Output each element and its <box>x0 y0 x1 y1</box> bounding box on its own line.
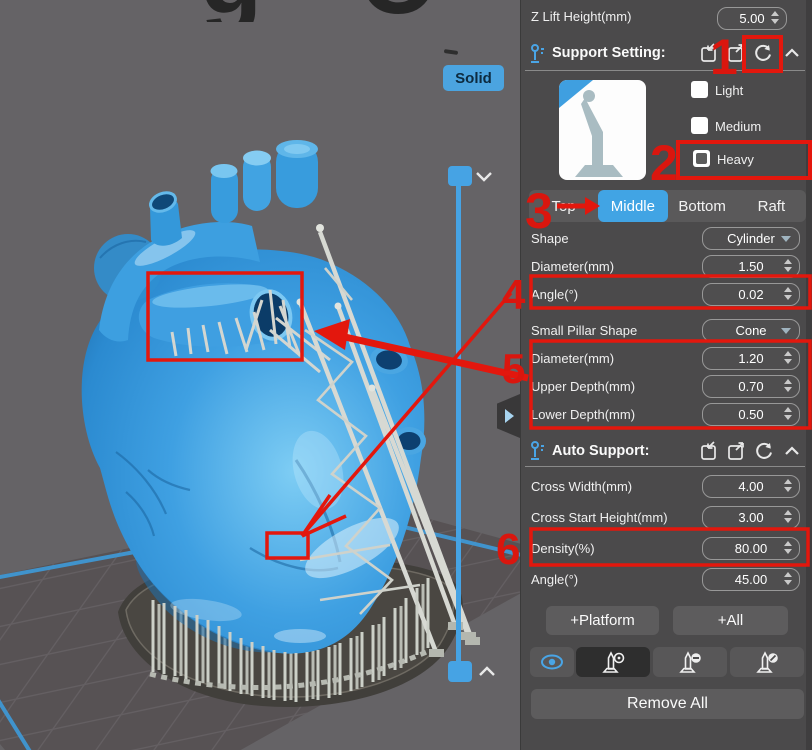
shape-dropdown[interactable]: Cylinder <box>702 227 800 250</box>
spinner-arrows[interactable] <box>784 287 792 300</box>
cross-start-height-value: 3.00 <box>738 510 764 525</box>
cross-width-spinner[interactable]: 4.00 <box>702 475 800 498</box>
upper-depth-value: 0.70 <box>738 379 764 394</box>
diameter-spinner[interactable]: 1.50 <box>702 255 800 278</box>
as-angle-label: Angle(°) <box>531 572 579 587</box>
import-profile-icon[interactable] <box>699 440 721 462</box>
angle-label: Angle(°) <box>531 287 579 302</box>
layer-slider-handle-bottom[interactable] <box>448 661 472 682</box>
cross-start-height-label: Cross Start Height(mm) <box>531 510 668 525</box>
shape-label: Shape <box>531 231 569 246</box>
small-pillar-shape-label: Small Pillar Shape <box>531 323 638 338</box>
preset-light-checkbox[interactable] <box>691 81 708 98</box>
small-pillar-shape-value: Cone <box>735 323 767 338</box>
lower-depth-spinner[interactable]: 0.50 <box>702 403 800 426</box>
tab-middle[interactable]: Middle <box>598 190 668 222</box>
support-add-icon <box>602 651 625 673</box>
density-value: 80.00 <box>734 541 768 556</box>
preset-heavy-label: Heavy <box>717 152 754 167</box>
add-platform-supports-button[interactable]: +Platform <box>546 606 659 635</box>
spinner-arrows[interactable] <box>784 572 792 585</box>
angle-spinner[interactable]: 0.02 <box>702 283 800 306</box>
spinner-arrows[interactable] <box>784 351 792 364</box>
spinner-arrows[interactable] <box>784 541 792 554</box>
density-label: Density(%) <box>531 541 595 556</box>
reset-defaults-icon[interactable] <box>753 440 775 462</box>
spinner-arrows[interactable] <box>784 510 792 523</box>
sp-diameter-label: Diameter(mm) <box>531 351 615 366</box>
spinner-arrows[interactable] <box>771 11 779 24</box>
upper-depth-label: Upper Depth(mm) <box>531 379 636 394</box>
cross-width-value: 4.00 <box>738 479 764 494</box>
triangle-right-icon <box>504 409 514 423</box>
import-profile-icon[interactable] <box>699 42 721 64</box>
diameter-value: 1.50 <box>738 259 764 274</box>
spinner-arrows[interactable] <box>784 379 792 392</box>
chevron-up-icon[interactable] <box>476 662 498 680</box>
upper-depth-spinner[interactable]: 0.70 <box>702 375 800 398</box>
spinner-arrows[interactable] <box>784 479 792 492</box>
sp-diameter-value: 1.20 <box>738 351 764 366</box>
layer-slider-track[interactable] <box>456 176 461 666</box>
density-spinner[interactable]: 80.00 <box>702 537 800 560</box>
collapse-section-icon[interactable] <box>783 46 801 60</box>
as-angle-spinner[interactable]: 45.00 <box>702 568 800 591</box>
support-preview-image <box>559 80 623 177</box>
support-edit-icon <box>756 651 778 673</box>
edit-support-button[interactable] <box>730 647 804 677</box>
toggle-support-visibility-button[interactable] <box>530 647 574 677</box>
cross-start-height-spinner[interactable]: 3.00 <box>702 506 800 529</box>
support-settings-panel: Z Lift Height(mm) 5.00 Support Setting: <box>520 0 812 750</box>
layer-slider-handle-top[interactable] <box>448 166 472 186</box>
add-all-supports-button[interactable]: +All <box>673 606 788 635</box>
auto-support-title: Auto Support: <box>552 443 650 459</box>
cross-width-label: Cross Width(mm) <box>531 479 633 494</box>
z-lift-height-label: Z Lift Height(mm) <box>531 9 632 24</box>
section-divider <box>525 466 805 467</box>
small-pillar-shape-dropdown[interactable]: Cone <box>702 319 800 342</box>
support-preset-thumbnail <box>559 80 646 180</box>
support-delete-icon <box>679 651 701 673</box>
tab-top[interactable]: Top <box>529 190 598 222</box>
spinner-arrows[interactable] <box>784 259 792 272</box>
support-section-tabs: Top Middle Bottom Raft <box>529 190 806 222</box>
viewport-3d-canvas[interactable] <box>0 0 520 750</box>
export-profile-icon[interactable] <box>726 42 748 64</box>
section-divider <box>525 70 805 71</box>
tab-bottom[interactable]: Bottom <box>668 190 737 222</box>
slicer-window: g O Solid Z Lift Height(mm) 5.00 Support… <box>0 0 812 750</box>
dropdown-caret-icon <box>781 236 791 242</box>
reset-defaults-icon[interactable] <box>752 42 774 64</box>
spinner-arrows[interactable] <box>784 407 792 420</box>
eye-icon <box>541 654 563 670</box>
shape-value: Cylinder <box>727 231 775 246</box>
cropped-heading-text: g O <box>140 0 500 22</box>
z-lift-height-value: 5.00 <box>739 11 765 26</box>
angle-value: 0.02 <box>738 287 764 302</box>
preset-medium-checkbox[interactable] <box>691 117 708 134</box>
as-angle-value: 45.00 <box>734 572 768 587</box>
collapse-section-icon[interactable] <box>783 444 801 458</box>
delete-support-button[interactable] <box>653 647 727 677</box>
diameter-label: Diameter(mm) <box>531 259 615 274</box>
z-lift-height-spinner[interactable]: 5.00 <box>717 7 787 30</box>
preset-heavy-checkbox[interactable] <box>693 150 710 167</box>
preset-medium-label: Medium <box>715 119 762 134</box>
remove-all-supports-button[interactable]: Remove All <box>531 689 804 719</box>
support-setting-icon <box>531 44 544 63</box>
lower-depth-value: 0.50 <box>738 407 764 422</box>
panel-scrollbar[interactable] <box>806 0 812 750</box>
preset-light-label: Light <box>715 83 744 98</box>
solid-view-button[interactable]: Solid <box>443 65 504 91</box>
chevron-down-icon[interactable] <box>473 167 495 185</box>
export-profile-icon[interactable] <box>726 440 748 462</box>
tab-raft[interactable]: Raft <box>737 190 806 222</box>
add-single-support-button[interactable] <box>576 647 650 677</box>
support-setting-title: Support Setting: <box>552 45 666 61</box>
lower-depth-label: Lower Depth(mm) <box>531 407 636 422</box>
auto-support-icon <box>531 441 544 460</box>
dropdown-caret-icon <box>781 328 791 334</box>
sp-diameter-spinner[interactable]: 1.20 <box>702 347 800 370</box>
